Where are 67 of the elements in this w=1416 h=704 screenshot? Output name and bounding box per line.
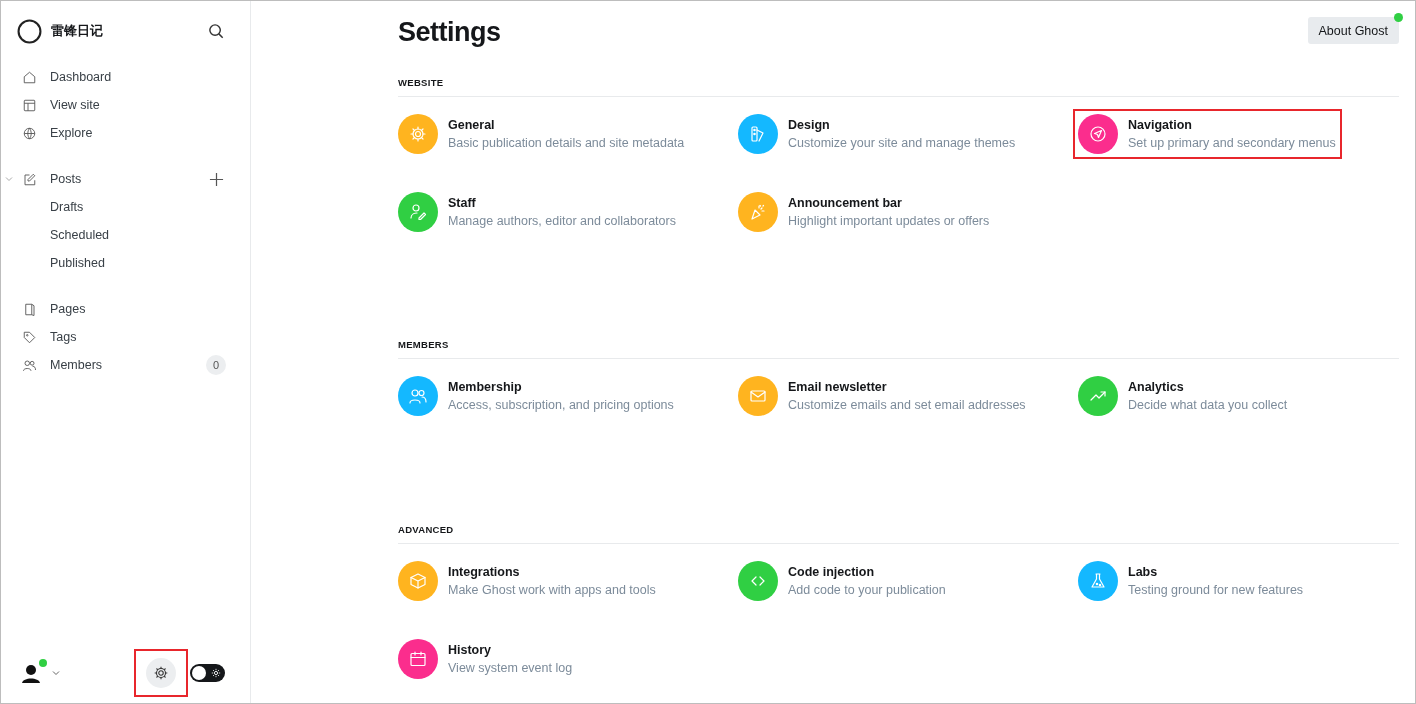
tag-icon: [22, 329, 37, 345]
settings-item[interactable]: Code injection Add code to your publication: [738, 561, 946, 601]
sun-icon: [211, 668, 221, 678]
item-title: Staff: [448, 196, 477, 210]
section-heading: ADVANCED: [398, 524, 1399, 544]
edit-icon: [22, 171, 37, 187]
item-title: General: [448, 118, 496, 132]
item-title: Announcement bar: [788, 196, 903, 210]
nav-link[interactable]: Posts: [50, 172, 82, 186]
item-description: Manage authors, editor and collaborators: [448, 214, 676, 228]
home-icon: [22, 69, 37, 85]
item-description: View system event log: [448, 661, 573, 675]
item-description: Testing ground for new features: [1128, 583, 1304, 597]
settings-item[interactable]: Email newsletter Customize emails and set email addresses: [738, 376, 1026, 416]
settings-item[interactable]: Membership Access, subscription, and pricing options: [398, 376, 674, 416]
nav-link[interactable]: Drafts: [50, 200, 84, 214]
item-title: Labs: [1128, 565, 1159, 579]
nav-link[interactable]: Pages: [50, 302, 86, 316]
people-icon: [22, 357, 37, 373]
item-title: Code injection: [788, 565, 876, 579]
nav-link[interactable]: Published: [50, 256, 105, 270]
theme-toggle[interactable]: [190, 664, 225, 682]
settings-item[interactable]: Navigation Set up primary and secondary menus: [1078, 114, 1336, 154]
item-title: Email newsletter: [788, 380, 888, 394]
settings-item[interactable]: Integrations Make Ghost work with apps and tools: [398, 561, 656, 601]
item-title: Membership: [448, 380, 523, 394]
item-description: Basic publication details and site metadata: [448, 136, 685, 150]
about-button[interactable]: About Ghost: [1307, 17, 1399, 44]
nav-link[interactable]: Tags: [50, 330, 77, 344]
settings-item[interactable]: Labs Testing ground for new features: [1078, 561, 1304, 601]
item-title: Integrations: [448, 565, 521, 579]
section-heading: MEMBERS: [398, 339, 1399, 359]
item-title: History: [448, 643, 493, 657]
settings-item[interactable]: Staff Manage authors, editor and collaborators: [398, 192, 676, 232]
item-description: Access, subscription, and pricing options: [448, 398, 674, 412]
item-title: Analytics: [1128, 380, 1185, 394]
search-icon[interactable]: [207, 21, 226, 41]
item-description: Decide what data you collect: [1128, 398, 1288, 412]
add-icon[interactable]: [209, 171, 224, 187]
nav-link[interactable]: Explore: [50, 126, 93, 140]
nav-link[interactable]: Dashboard: [50, 70, 112, 84]
member-count: 0: [206, 355, 226, 375]
item-description: Add code to your publication: [788, 583, 946, 597]
settings-icon: [152, 664, 170, 682]
globe-icon: [22, 125, 37, 141]
item-description: Make Ghost work with apps and tools: [448, 583, 656, 597]
item-description: Set up primary and secondary menus: [1128, 136, 1336, 150]
settings-item[interactable]: Announcement bar Highlight important updates or offers: [738, 192, 990, 232]
site-name: 雷锋日记: [51, 22, 103, 40]
section-heading: WEBSITE: [398, 77, 1399, 97]
item-title: Design: [788, 118, 831, 132]
logo-icon: [17, 18, 42, 44]
nav-link[interactable]: Members: [50, 358, 103, 372]
item-description: Customize your site and manage themes: [788, 136, 1016, 150]
item-description: Highlight important updates or offers: [788, 214, 990, 228]
settings-item[interactable]: Analytics Decide what data you collect: [1078, 376, 1288, 416]
nav-link[interactable]: Scheduled: [50, 228, 110, 242]
layout-icon: [22, 97, 37, 113]
settings-item[interactable]: Design Customize your site and manage themes: [738, 114, 1016, 154]
nav-link[interactable]: View site: [50, 98, 100, 112]
item-title: Navigation: [1128, 118, 1193, 132]
settings-button[interactable]: [146, 658, 176, 688]
page-icon: [22, 301, 37, 317]
settings-item[interactable]: History View system event log: [398, 639, 573, 679]
settings-item[interactable]: General Basic publication details and site metadata: [398, 114, 685, 154]
page-title: Settings: [398, 17, 501, 48]
item-description: Customize emails and set email addresses: [788, 398, 1026, 412]
